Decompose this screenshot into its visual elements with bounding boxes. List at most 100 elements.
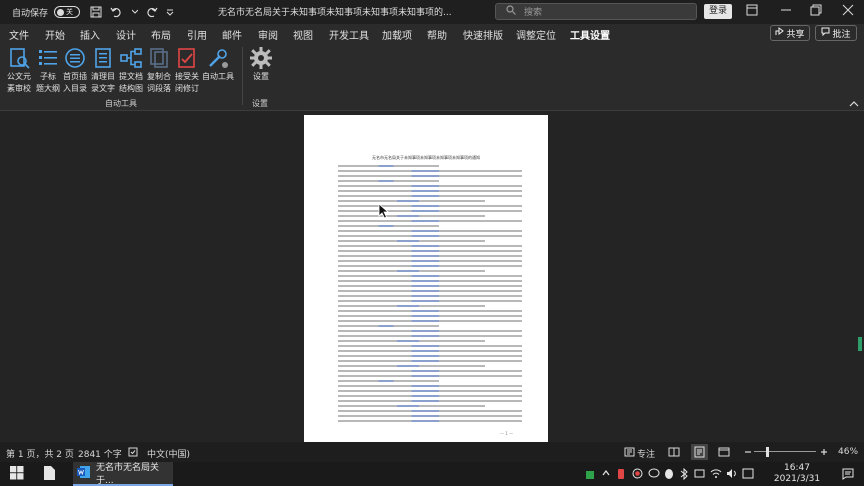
penguin-app-icon[interactable] — [664, 468, 674, 483]
language-indicator[interactable]: 中文(中国) — [147, 447, 190, 460]
tab-review[interactable]: 审阅 — [258, 27, 278, 42]
windows-start-icon[interactable] — [10, 466, 24, 483]
ribbon-panel: 公文元 素审校 子标 题大纲 首页插 入目录 清理目 录文字 提文档 结构图 复… — [0, 43, 864, 111]
structure-map-button[interactable]: 提文档 结构图 — [116, 46, 146, 94]
auto-tool-icon — [206, 46, 230, 70]
button-label-line1: 接受关 — [175, 72, 199, 81]
comments-button[interactable]: 批注 — [815, 25, 857, 41]
read-mode-icon[interactable] — [668, 447, 680, 460]
tab-addins[interactable]: 加载项 — [382, 27, 412, 42]
zoom-slider-thumb[interactable] — [766, 447, 769, 457]
bluetooth-icon[interactable] — [680, 467, 688, 483]
tab-home[interactable]: 开始 — [45, 27, 65, 42]
outline-list-icon — [36, 46, 60, 70]
focus-mode[interactable]: 专注 — [637, 447, 655, 460]
tab-file[interactable]: 文件 — [9, 27, 29, 42]
undo-icon[interactable] — [110, 6, 124, 18]
tab-help[interactable]: 帮助 — [427, 27, 447, 42]
zoom-in-button[interactable] — [820, 447, 828, 460]
word-task-label: 无名市无名局关于... — [96, 463, 160, 486]
word-count[interactable]: 2841 个字 — [78, 447, 122, 460]
clear-toc-icon — [91, 46, 115, 70]
share-button[interactable]: 共享 — [770, 25, 810, 41]
tab-quick-format[interactable]: 快速排版 — [463, 27, 503, 42]
word-taskbar-item[interactable]: 无名市无名局关于... — [73, 462, 173, 486]
language-tray-icon[interactable] — [742, 468, 754, 482]
chat-app-icon[interactable] — [648, 468, 660, 482]
comment-icon — [821, 27, 830, 39]
subtitle-outline-button[interactable]: 子标 题大纲 — [33, 46, 63, 94]
red-app-icon[interactable] — [616, 468, 626, 483]
search-placeholder: 搜索 — [524, 8, 543, 18]
zoom-slider-track[interactable] — [754, 451, 816, 452]
scrollbar-thumb[interactable] — [858, 337, 862, 351]
quick-access-toolbar — [90, 6, 174, 18]
zoom-out-button[interactable] — [744, 447, 752, 460]
redo-icon[interactable] — [146, 6, 158, 18]
close-icon[interactable] — [842, 4, 856, 18]
page-body-text — [338, 165, 522, 425]
system-clock[interactable]: 16:47 2021/3/31 — [768, 463, 826, 485]
tab-developer[interactable]: 开发工具 — [329, 27, 369, 42]
document-title: 无名市无名局关于未知事项未知事项未知事项未知事项的... — [218, 8, 452, 18]
login-button[interactable]: 登录 — [704, 4, 732, 19]
zoom-level[interactable]: 46% — [838, 447, 858, 457]
page-count[interactable]: 第 1 页，共 2 页 — [6, 447, 74, 460]
ribbon-tabs: 文件 开始 插入 设计 布局 引用 邮件 审阅 视图 开发工具 加载项 帮助 快… — [0, 24, 864, 46]
document-canvas[interactable]: 无名市无名局关于未知事项未知事项未知事项未知事项的通知 — 1 — — [0, 111, 864, 443]
tab-mailings[interactable]: 邮件 — [222, 27, 242, 42]
button-label-line1: 清理目 — [91, 72, 115, 81]
file-icon[interactable] — [43, 465, 56, 484]
settings-button[interactable]: 设置 — [246, 46, 276, 82]
windows-taskbar: 无名市无名局关于... 16:47 2021/3/31 — [0, 462, 864, 486]
focus-icon[interactable] — [624, 447, 635, 460]
button-label-line1: 复制合 — [147, 72, 171, 81]
web-layout-icon[interactable] — [718, 447, 730, 460]
accept-revision-button[interactable]: 接受关 闭修订 — [172, 46, 202, 94]
tab-layout[interactable]: 布局 — [151, 27, 171, 42]
notification-icon[interactable] — [842, 468, 854, 483]
network-icon[interactable] — [710, 468, 722, 482]
mouse-cursor-icon — [378, 203, 390, 222]
document-review-button[interactable]: 公文元 素审校 — [4, 46, 34, 94]
save-icon[interactable] — [90, 6, 102, 18]
collapse-ribbon-icon[interactable] — [849, 99, 859, 110]
button-label-line1: 提文档 — [119, 72, 143, 81]
clear-toc-button[interactable]: 清理目 录文字 — [88, 46, 118, 94]
tab-insert[interactable]: 插入 — [80, 27, 100, 42]
customize-qat-icon[interactable] — [166, 8, 174, 16]
restore-icon[interactable] — [810, 4, 824, 18]
structure-map-icon — [119, 46, 143, 70]
proofing-icon[interactable] — [128, 447, 138, 460]
auto-tool-button[interactable]: 自动工具 — [200, 46, 236, 82]
copy-merge-button[interactable]: 复制合 词段落 — [144, 46, 174, 94]
search-box[interactable]: 搜索 — [495, 3, 697, 20]
input-method-icon[interactable] — [694, 468, 705, 482]
button-label-line1: 自动工具 — [202, 72, 234, 81]
group-label-auto-tools: 自动工具 — [105, 99, 137, 108]
tab-adjust-position[interactable]: 调整定位 — [516, 27, 556, 42]
button-label-line2: 素审校 — [7, 84, 31, 93]
tab-tool-settings[interactable]: 工具设置 — [570, 27, 610, 46]
group-separator — [242, 47, 243, 105]
tab-design[interactable]: 设计 — [116, 27, 136, 42]
page-number: — 1 — — [500, 431, 514, 436]
toggle-knob — [57, 8, 65, 16]
print-layout-icon[interactable] — [691, 444, 708, 460]
tab-references[interactable]: 引用 — [187, 27, 207, 42]
autosave-toggle[interactable]: 关 — [54, 6, 81, 18]
chevron-down-icon[interactable] — [132, 9, 139, 15]
ribbon-display-options-icon[interactable] — [746, 4, 760, 18]
app-tray-icon[interactable] — [585, 468, 595, 483]
status-bar: 第 1 页，共 2 页 2841 个字 中文(中国) 专注 46% — [0, 442, 864, 462]
tab-view[interactable]: 视图 — [293, 27, 313, 42]
document-page[interactable]: 无名市无名局关于未知事项未知事项未知事项未知事项的通知 — 1 — — [304, 115, 548, 443]
insert-toc-icon — [63, 46, 87, 70]
title-bar: 自动保存 关 无名市无名局关于未知事项未知事项未知事项未知事项的... 搜索 登… — [0, 0, 864, 24]
recording-icon[interactable] — [632, 468, 643, 482]
button-label-line2: 入目录 — [63, 84, 87, 93]
minimize-icon[interactable] — [780, 4, 794, 18]
insert-toc-button[interactable]: 首页插 入目录 — [60, 46, 90, 94]
volume-icon[interactable] — [726, 468, 738, 482]
tray-arrow-icon[interactable] — [601, 468, 611, 481]
